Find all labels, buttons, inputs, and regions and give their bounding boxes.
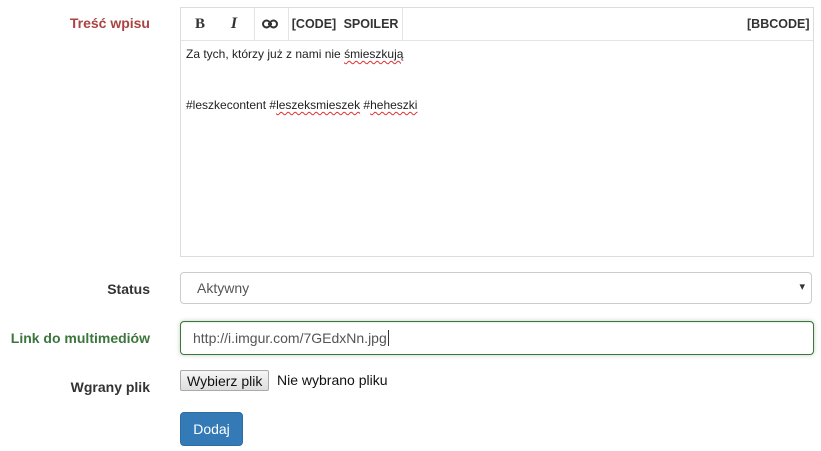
editor-empty-line (186, 80, 807, 97)
editor-line: #leszkecontent #leszeksmieszek #heheszki (186, 97, 807, 114)
editor-line: Za tych, którzy już z nami nie śmieszkuj… (186, 46, 807, 63)
media-link-text: http://i.imgur.com/7GEdxNn.jpg (193, 330, 387, 346)
italic-button[interactable]: I (222, 8, 246, 40)
toolbar-divider (288, 8, 289, 40)
link-button[interactable] (259, 8, 281, 40)
media-link-value: http://i.imgur.com/7GEdxNn.jpg (193, 330, 389, 346)
status-select[interactable]: Aktywny ▾ (180, 272, 812, 304)
submit-button[interactable]: Dodaj (180, 412, 243, 446)
file-status-text: Nie wybrano pliku (277, 372, 388, 388)
media-link-label: Link do multimediów (10, 330, 150, 346)
status-selected-value: Aktywny (197, 280, 250, 296)
status-label: Status (107, 281, 150, 297)
media-link-input[interactable]: http://i.imgur.com/7GEdxNn.jpg (180, 321, 814, 355)
editor-text: Za tych, którzy już z nami nie (186, 47, 345, 61)
editor-toolbar: B I [CODE] SPOILER [BBCODE] (181, 8, 813, 41)
bbcode-button[interactable]: [BBCODE] (747, 8, 810, 40)
toolbar-divider (254, 8, 255, 40)
code-button[interactable]: [CODE] (290, 8, 338, 40)
editor-text: # (360, 98, 371, 112)
content-label: Treść wpisu (69, 15, 150, 31)
bold-button[interactable]: B (187, 8, 213, 40)
editor-textarea[interactable]: Za tych, którzy już z nami nie śmieszkuj… (186, 46, 807, 252)
uploaded-file-label: Wgrany plik (70, 379, 150, 395)
chevron-down-icon: ▾ (799, 281, 805, 293)
misspelled-word: heheszki (370, 98, 418, 112)
misspelled-word: śmieszkują (344, 47, 404, 61)
misspelled-word: leszeksmieszek (276, 98, 361, 112)
spoiler-button[interactable]: SPOILER (343, 8, 399, 40)
link-icon (262, 19, 278, 29)
toolbar-divider (402, 8, 403, 40)
post-content-editor[interactable]: B I [CODE] SPOILER [BBCODE] Za tych, któ… (180, 7, 814, 257)
text-cursor (387, 330, 389, 346)
editor-empty-line (186, 63, 807, 80)
choose-file-button[interactable]: Wybierz plik (180, 370, 270, 391)
editor-text: #leszkecontent # (186, 98, 277, 112)
